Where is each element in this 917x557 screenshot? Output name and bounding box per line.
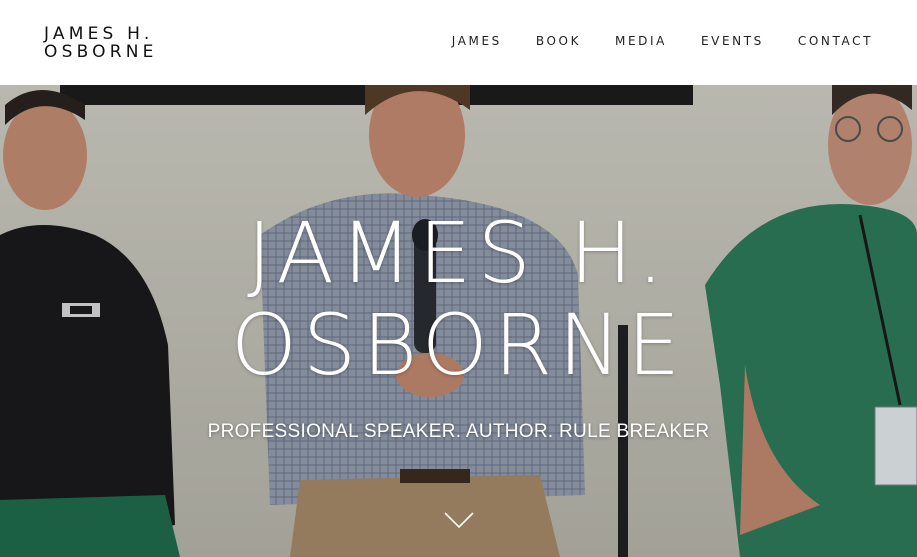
nav-item-book[interactable]: BOOK — [536, 34, 581, 48]
nav-item-james[interactable]: JAMES — [452, 34, 502, 48]
nav-item-events[interactable]: EVENTS — [701, 34, 764, 48]
site-header: JAMES H. OSBORNE JAMES BOOK MEDIA EVENTS… — [0, 0, 917, 85]
nav-item-media[interactable]: MEDIA — [615, 34, 667, 48]
logo-line-1: JAMES H. — [44, 24, 154, 44]
hero-section: JAMES H. OSBORNE PROFESSIONAL SPEAKER. A… — [0, 85, 917, 557]
hero-title-line-1: JAMES H. — [247, 204, 670, 302]
nav-item-contact[interactable]: CONTACT — [798, 34, 873, 48]
hero-tagline: PROFESSIONAL SPEAKER. AUTHOR. RULE BREAK… — [207, 421, 710, 442]
site-logo[interactable]: JAMES H. OSBORNE — [44, 25, 158, 61]
hero-title-line-2: OSBORNE — [230, 296, 687, 394]
main-nav: JAMES BOOK MEDIA EVENTS CONTACT — [418, 34, 873, 48]
chevron-down-icon[interactable] — [443, 509, 475, 531]
logo-line-2: OSBORNE — [44, 42, 158, 62]
